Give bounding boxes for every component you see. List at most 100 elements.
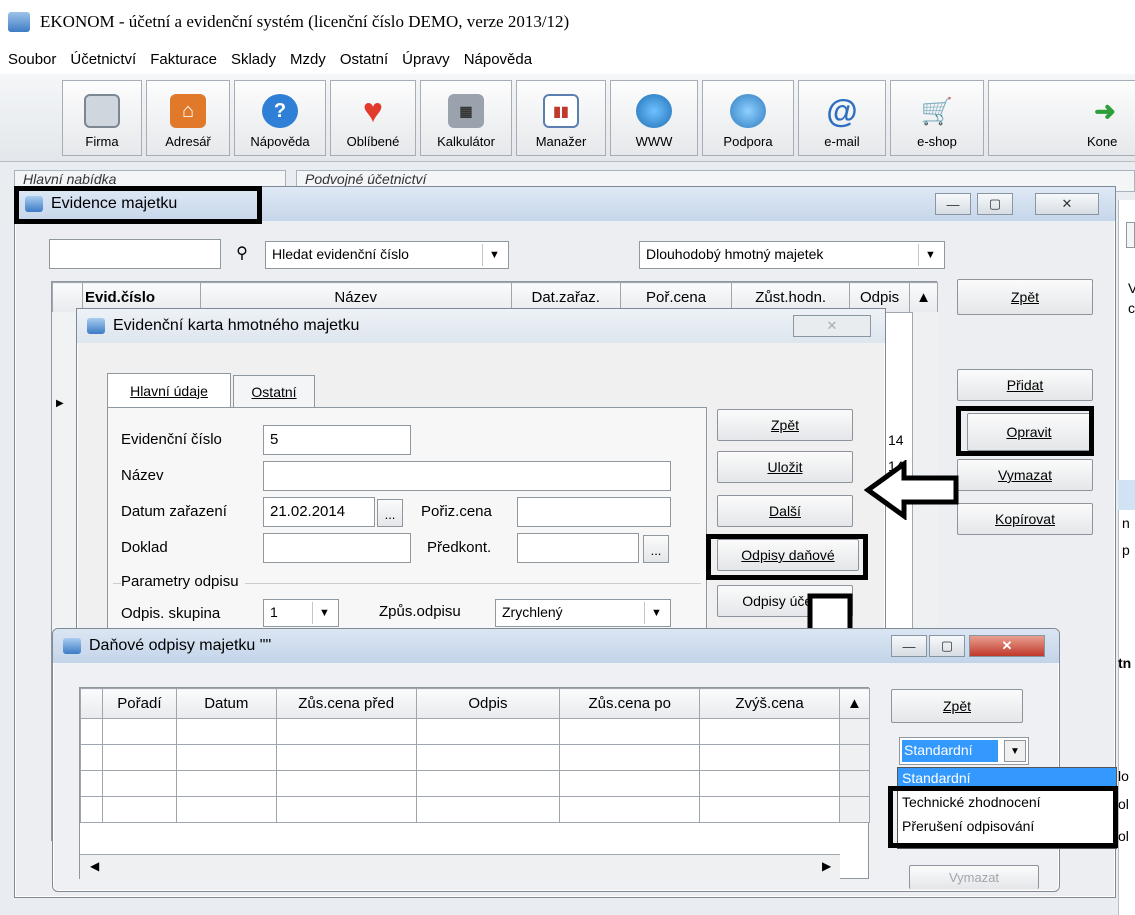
toolbar-firma-button[interactable]: Firma <box>62 80 142 156</box>
highlight-tax-button <box>706 534 868 580</box>
toolbar-eshop-button[interactable]: 🛒 e-shop <box>890 80 984 156</box>
tax-window-title: Daňové odpisy majetku "" <box>89 637 272 654</box>
horizontal-scrollbar[interactable]: ◀ ▶ <box>80 854 840 880</box>
delete-button[interactable]: Vymazat <box>957 459 1093 491</box>
toolbar-konec-button[interactable]: ➜ Kone <box>988 80 1135 156</box>
date-picker-button[interactable]: ... <box>377 499 403 527</box>
cena-label: Pořiz.cena <box>421 503 492 520</box>
right-fragment-text: lo <box>1118 768 1129 784</box>
cart-icon: 🛒 <box>920 95 954 126</box>
nazev-field[interactable] <box>263 461 671 491</box>
maximize-button[interactable]: ▢ <box>977 193 1013 215</box>
menu-bar: Soubor Účetnictví Fakturace Sklady Mzdy … <box>0 44 1135 74</box>
doklad-label: Doklad <box>121 539 168 556</box>
menu-upravy[interactable]: Úpravy <box>394 51 456 68</box>
cena-field[interactable] <box>517 497 671 527</box>
menu-ostatni[interactable]: Ostatní <box>332 51 394 68</box>
right-fragment-text: V <box>1128 280 1135 296</box>
toolbar-kalkulator-button[interactable]: ▦ Kalkulátor <box>420 80 512 156</box>
right-fragment-text: ol <box>1118 796 1129 812</box>
col-zvys-cena[interactable]: Zvýš.cena <box>699 688 840 719</box>
asset-card-titlebar: Evidenční karta hmotného majetku <box>77 309 885 343</box>
toolbar: Firma ⌂ Adresář ? Nápověda ♥ Oblíbené ▦ Kalk… <box>0 74 1135 162</box>
tax-depreciation-window: Daňové odpisy majetku "" — ▢ ✕ Pořadí Da… <box>52 628 1117 892</box>
col-cena-pred[interactable]: Zůs.cena před <box>275 688 417 719</box>
menu-ucetnictvi[interactable]: Účetnictví <box>62 51 142 68</box>
toolbar-adresar-button[interactable]: ⌂ Adresář <box>146 80 230 156</box>
col-poradi[interactable]: Pořadí <box>101 688 177 719</box>
minimize-button[interactable]: — <box>891 635 927 657</box>
close-button[interactable]: ✕ <box>1035 193 1099 215</box>
evidence-back-button[interactable]: Zpět <box>957 279 1093 315</box>
chart-icon: ▮▮ <box>543 94 579 128</box>
add-button[interactable]: Přidat <box>957 369 1093 401</box>
odpis-cell: 14 <box>888 432 904 448</box>
briefcase-icon <box>84 94 120 128</box>
predkont-field[interactable] <box>517 533 639 563</box>
tab-ostatni[interactable]: Ostatní <box>233 375 315 407</box>
toolbar-napoveda-button[interactable]: ? Nápověda <box>234 80 326 156</box>
table-row[interactable] <box>80 718 871 745</box>
skupina-label: Odpis. skupina <box>121 605 221 622</box>
evid-field[interactable]: 5 <box>263 425 411 455</box>
menu-soubor[interactable]: Soubor <box>0 51 62 68</box>
table-row[interactable] <box>80 744 871 771</box>
doklad-field[interactable] <box>263 533 411 563</box>
table-row[interactable] <box>80 770 871 797</box>
scroll-up-icon[interactable]: ▲ <box>838 688 871 719</box>
table-row[interactable] <box>80 796 871 823</box>
copy-button[interactable]: Kopírovat <box>957 503 1093 535</box>
row-pointer-icon: ▶ <box>56 398 64 409</box>
toolbar-podpora-button[interactable]: Podpora <box>702 80 794 156</box>
close-button[interactable]: ✕ <box>793 315 871 337</box>
close-button[interactable]: ✕ <box>969 635 1045 657</box>
toolbar-oblibene-button[interactable]: ♥ Oblíbené <box>330 80 416 156</box>
at-icon: @ <box>826 92 858 129</box>
predkont-picker-button[interactable]: ... <box>643 535 669 563</box>
toolbar-www-button[interactable]: WWW <box>610 80 698 156</box>
scroll-left-icon[interactable]: ◀ <box>90 859 99 873</box>
card-back-button[interactable]: Zpět <box>717 409 853 441</box>
highlight-evidence-title <box>14 186 262 224</box>
menu-mzdy[interactable]: Mzdy <box>282 51 332 68</box>
menu-napoveda[interactable]: Nápověda <box>456 51 538 68</box>
menu-sklady[interactable]: Sklady <box>223 51 282 68</box>
menu-fakturace[interactable]: Fakturace <box>142 51 223 68</box>
search-input[interactable] <box>49 239 221 269</box>
highlight-dropdown-options <box>888 786 1118 848</box>
col-odpis[interactable]: Odpis <box>415 688 561 719</box>
toolbar-email-button[interactable]: @ e-mail <box>798 80 886 156</box>
scroll-up-icon[interactable]: ▲ <box>909 282 938 313</box>
tax-grid: Pořadí Datum Zůs.cena před Odpis Zůs.cen… <box>79 687 871 880</box>
maximize-button[interactable]: ▢ <box>929 635 965 657</box>
save-button[interactable]: Uložit <box>717 451 853 483</box>
col-datum[interactable]: Datum <box>175 688 277 719</box>
house-icon: ⌂ <box>170 94 206 128</box>
heart-icon: ♥ <box>362 91 384 130</box>
tab-hlavni-udaje[interactable]: Hlavní údaje <box>107 373 231 407</box>
right-fragment-button <box>1126 222 1135 248</box>
tax-delete-button[interactable]: Vymazat <box>909 865 1039 889</box>
highlight-edit-button <box>956 406 1094 456</box>
col-cena-po[interactable]: Zůs.cena po <box>559 688 701 719</box>
left-arrow-icon <box>864 460 959 520</box>
binoculars-icon[interactable]: ⚲ <box>225 243 259 267</box>
category-select[interactable]: Dlouhodobý hmotný majetek ▼ <box>639 241 945 269</box>
tax-back-button[interactable]: Zpět <box>891 689 1023 723</box>
scroll-right-icon[interactable]: ▶ <box>822 859 831 873</box>
search-mode-select[interactable]: Hledat evidenční číslo ▼ <box>265 241 509 269</box>
toolbar-manazer-button[interactable]: ▮▮ Manažer <box>516 80 606 156</box>
evid-label: Evidenční číslo <box>121 431 222 448</box>
app-icon <box>8 12 30 32</box>
window-icon <box>63 638 81 654</box>
minimize-button[interactable]: — <box>935 193 971 215</box>
skupina-select[interactable]: 1 ▼ <box>263 599 339 627</box>
datum-field[interactable]: 21.02.2014 <box>263 497 375 527</box>
nazev-label: Název <box>121 467 164 484</box>
right-fragment-text: ol <box>1118 828 1129 844</box>
depreciation-type-select[interactable]: Standardní ▼ <box>899 737 1029 765</box>
support-icon <box>730 94 766 128</box>
zpusob-select[interactable]: Zrychlený ▼ <box>495 599 671 627</box>
globe-icon <box>636 94 672 128</box>
next-button[interactable]: Další <box>717 495 853 527</box>
